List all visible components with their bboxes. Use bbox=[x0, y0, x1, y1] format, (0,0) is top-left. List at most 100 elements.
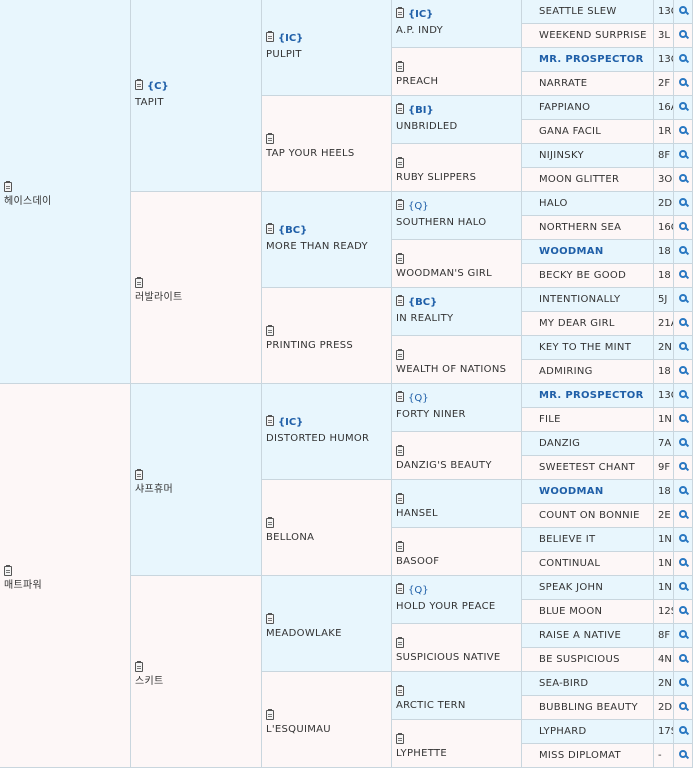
horse-name[interactable]: TAPIT bbox=[135, 97, 169, 109]
magnifier-icon[interactable] bbox=[679, 342, 690, 352]
magnifier-icon[interactable] bbox=[679, 534, 690, 544]
clipboard-icon[interactable] bbox=[4, 181, 12, 192]
horse-name[interactable]: BE SUSPICIOUS bbox=[522, 648, 653, 671]
horse-entry[interactable]: L'ESQUIMAU bbox=[266, 709, 331, 736]
clipboard-icon[interactable] bbox=[135, 469, 143, 480]
magnifier-icon[interactable] bbox=[679, 438, 690, 448]
horse-name[interactable]: ARCTIC TERN bbox=[396, 700, 466, 712]
horse-name[interactable]: FAPPIANO bbox=[522, 96, 653, 119]
magnifier-icon[interactable] bbox=[679, 30, 690, 40]
horse-name[interactable]: MR. PROSPECTOR bbox=[522, 384, 653, 407]
horse-entry[interactable]: PREACH bbox=[396, 61, 438, 88]
horse-name[interactable]: 스키트 bbox=[135, 676, 164, 688]
horse-name[interactable]: SOUTHERN HALO bbox=[396, 217, 486, 229]
horse-name[interactable]: KEY TO THE MINT bbox=[522, 336, 653, 359]
horse-name[interactable]: WOODMAN'S GIRL bbox=[396, 268, 492, 280]
horse-name[interactable]: WEALTH OF NATIONS bbox=[396, 364, 506, 376]
magnifier-icon[interactable] bbox=[679, 558, 690, 568]
horse-entry[interactable]: PRINTING PRESS bbox=[266, 325, 353, 352]
horse-name[interactable]: 러발라이트 bbox=[135, 292, 183, 304]
magnifier-icon[interactable] bbox=[679, 366, 690, 376]
magnifier-icon[interactable] bbox=[679, 414, 690, 424]
horse-name[interactable]: HANSEL bbox=[396, 508, 438, 520]
horse-name[interactable]: DISTORTED HUMOR bbox=[266, 433, 369, 445]
horse-name[interactable]: CONTINUAL bbox=[522, 552, 653, 575]
clipboard-icon[interactable] bbox=[396, 391, 404, 402]
horse-name[interactable]: SWEETEST CHANT bbox=[522, 456, 653, 479]
horse-name[interactable]: FILE bbox=[522, 408, 653, 431]
horse-entry[interactable]: {BI} UNBRIDLED bbox=[396, 103, 458, 133]
clipboard-icon[interactable] bbox=[4, 565, 12, 576]
horse-name[interactable]: IN REALITY bbox=[396, 313, 453, 325]
magnifier-icon[interactable] bbox=[679, 150, 690, 160]
magnifier-icon[interactable] bbox=[679, 606, 690, 616]
magnifier-icon[interactable] bbox=[679, 654, 690, 664]
clipboard-icon[interactable] bbox=[266, 31, 274, 42]
clipboard-icon[interactable] bbox=[266, 133, 274, 144]
magnifier-icon[interactable] bbox=[679, 390, 690, 400]
horse-name[interactable]: SPEAK JOHN bbox=[522, 576, 653, 599]
horse-entry[interactable]: WOODMAN'S GIRL bbox=[396, 253, 492, 280]
clipboard-icon[interactable] bbox=[396, 61, 404, 72]
magnifier-icon[interactable] bbox=[679, 270, 690, 280]
clipboard-icon[interactable] bbox=[266, 325, 274, 336]
horse-name[interactable]: PREACH bbox=[396, 76, 438, 88]
horse-entry[interactable]: BELLONA bbox=[266, 517, 314, 544]
clipboard-icon[interactable] bbox=[266, 415, 274, 426]
horse-name[interactable]: NORTHERN SEA bbox=[522, 216, 653, 239]
horse-entry[interactable]: HANSEL bbox=[396, 493, 438, 520]
horse-name[interactable]: BELLONA bbox=[266, 532, 314, 544]
horse-name[interactable]: MR. PROSPECTOR bbox=[522, 48, 653, 71]
horse-name[interactable]: MISS DIPLOMAT bbox=[522, 744, 653, 767]
horse-name[interactable]: SEA-BIRD bbox=[522, 672, 653, 695]
magnifier-icon[interactable] bbox=[679, 6, 690, 16]
clipboard-icon[interactable] bbox=[396, 103, 404, 114]
horse-name[interactable]: MORE THAN READY bbox=[266, 241, 368, 253]
horse-name[interactable]: WOODMAN bbox=[522, 480, 653, 503]
clipboard-icon[interactable] bbox=[266, 223, 274, 234]
magnifier-icon[interactable] bbox=[679, 462, 690, 472]
clipboard-icon[interactable] bbox=[396, 493, 404, 504]
horse-name[interactable]: TAP YOUR HEELS bbox=[266, 148, 355, 160]
horse-entry[interactable]: SUSPICIOUS NATIVE bbox=[396, 637, 501, 664]
horse-name[interactable]: ADMIRING bbox=[522, 360, 653, 383]
horse-name[interactable]: BASOOF bbox=[396, 556, 439, 568]
horse-name[interactable]: 매트파워 bbox=[4, 580, 42, 592]
clipboard-icon[interactable] bbox=[266, 709, 274, 720]
horse-entry[interactable]: {Q} SOUTHERN HALO bbox=[396, 199, 486, 229]
horse-entry[interactable]: {Q} FORTY NINER bbox=[396, 391, 466, 421]
horse-entry[interactable]: WEALTH OF NATIONS bbox=[396, 349, 506, 376]
magnifier-icon[interactable] bbox=[679, 246, 690, 256]
horse-name[interactable]: 샤프휴머 bbox=[135, 484, 173, 496]
magnifier-icon[interactable] bbox=[679, 582, 690, 592]
horse-entry[interactable]: TAP YOUR HEELS bbox=[266, 133, 355, 160]
horse-entry[interactable]: {BC} MORE THAN READY bbox=[266, 223, 368, 253]
horse-entry[interactable]: {C} TAPIT bbox=[135, 79, 169, 109]
clipboard-icon[interactable] bbox=[396, 445, 404, 456]
horse-name[interactable]: GANA FACIL bbox=[522, 120, 653, 143]
horse-entry[interactable]: BASOOF bbox=[396, 541, 439, 568]
magnifier-icon[interactable] bbox=[679, 126, 690, 136]
horse-name[interactable]: INTENTIONALLY bbox=[522, 288, 653, 311]
horse-name[interactable]: LYPHETTE bbox=[396, 748, 447, 760]
clipboard-icon[interactable] bbox=[396, 295, 404, 306]
horse-name[interactable]: RAISE A NATIVE bbox=[522, 624, 653, 647]
horse-entry[interactable]: {BC} IN REALITY bbox=[396, 295, 453, 325]
magnifier-icon[interactable] bbox=[679, 318, 690, 328]
horse-entry[interactable]: 샤프휴머 bbox=[135, 469, 173, 496]
horse-name[interactable]: 헤이스데이 bbox=[4, 196, 52, 208]
horse-name[interactable]: MY DEAR GIRL bbox=[522, 312, 653, 335]
clipboard-icon[interactable] bbox=[396, 685, 404, 696]
clipboard-icon[interactable] bbox=[396, 199, 404, 210]
horse-name[interactable]: COUNT ON BONNIE bbox=[522, 504, 653, 527]
horse-name[interactable]: SUSPICIOUS NATIVE bbox=[396, 652, 501, 664]
horse-entry[interactable]: MEADOWLAKE bbox=[266, 613, 342, 640]
horse-entry[interactable]: {IC} A.P. INDY bbox=[396, 7, 443, 37]
clipboard-icon[interactable] bbox=[266, 613, 274, 624]
horse-name[interactable]: A.P. INDY bbox=[396, 25, 443, 37]
horse-entry[interactable]: 러발라이트 bbox=[135, 277, 183, 304]
clipboard-icon[interactable] bbox=[135, 277, 143, 288]
horse-name[interactable]: DANZIG bbox=[522, 432, 653, 455]
horse-name[interactable]: L'ESQUIMAU bbox=[266, 724, 331, 736]
horse-name[interactable]: BECKY BE GOOD bbox=[522, 264, 653, 287]
